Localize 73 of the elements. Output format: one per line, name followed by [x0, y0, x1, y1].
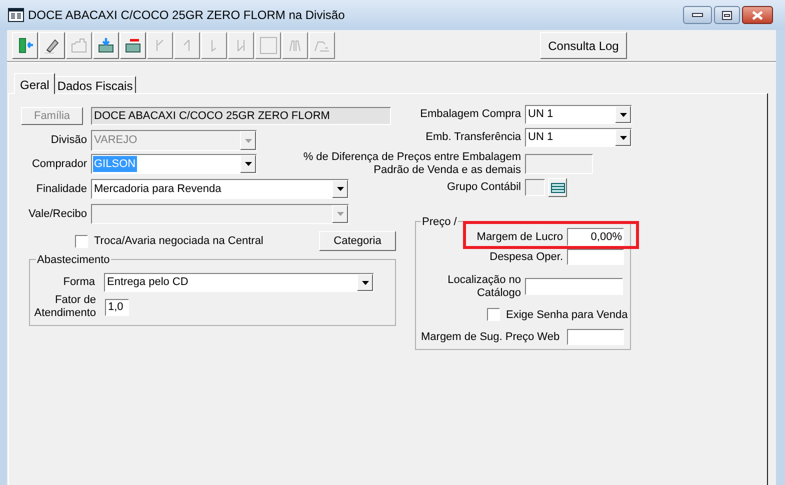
tab[interactable]: Dados Fiscais	[55, 76, 136, 93]
field-label: Despesa Oper.	[488, 250, 563, 265]
close-icon	[752, 10, 763, 20]
input-field[interactable]: 1,0	[105, 298, 129, 316]
dropdown-value: UN 1	[527, 107, 554, 122]
dropdown-field[interactable]: Entrega pelo CD	[104, 273, 374, 292]
dropdown-value: Mercadoria para Revenda	[93, 182, 222, 197]
dropdown-arrow-button[interactable]	[240, 155, 256, 173]
checkbox-label: Troca/Avaria negociada na Central	[94, 234, 264, 249]
field-label: Comprador	[30, 156, 87, 172]
caret-icon	[620, 136, 626, 140]
input-field[interactable]	[525, 154, 593, 174]
input-field[interactable]	[525, 179, 545, 196]
input-field[interactable]	[525, 278, 623, 295]
field-label: Margem de Lucro	[476, 230, 563, 245]
consulta-log-button[interactable]: Consulta Log	[540, 32, 627, 59]
checkbox[interactable]	[487, 308, 500, 322]
lookup-button[interactable]	[548, 178, 567, 197]
eraser-icon	[44, 37, 60, 54]
field-label: Divisão	[50, 133, 87, 148]
window-icon	[8, 8, 24, 22]
toolbar-button[interactable]	[93, 32, 119, 59]
field-label: Vale/Recibo	[28, 206, 87, 222]
folder-minus-icon	[124, 37, 142, 54]
toolbar-button[interactable]	[39, 32, 65, 59]
dropdown-field[interactable]: UN 1	[525, 105, 632, 124]
field-label: Finalidade	[35, 182, 87, 197]
minimize-button[interactable]	[683, 6, 712, 24]
folder-download-icon	[98, 37, 114, 54]
categoria-button[interactable]: Categoria	[319, 231, 396, 251]
dropdown-arrow-button[interactable]	[332, 180, 348, 198]
caret-icon	[362, 280, 368, 284]
minimize-icon	[692, 13, 703, 17]
dropdown-value: GILSON	[93, 156, 137, 172]
dropdown-arrow-button[interactable]	[615, 106, 631, 123]
list-icon	[550, 182, 564, 192]
dropdown-value: VAREJO	[93, 133, 138, 148]
field-label: Margem de Sug. Preço Web	[421, 330, 561, 345]
dropdown-field[interactable]: UN 1	[525, 128, 632, 147]
folder-icon	[70, 37, 88, 54]
dropdown-arrow-button[interactable]	[615, 129, 631, 146]
dropdown-arrow-button[interactable]	[357, 274, 373, 291]
caret-icon	[620, 112, 626, 116]
field-label: Grupo Contábil	[447, 181, 521, 194]
input-field[interactable]: 0,00%	[567, 228, 624, 246]
caret-icon	[244, 162, 252, 166]
caret-icon	[336, 187, 344, 191]
dropdown-value: UN 1	[527, 130, 554, 146]
tab[interactable]: Geral	[14, 73, 56, 94]
caret-icon	[336, 212, 344, 216]
toolbar-button[interactable]	[12, 32, 38, 59]
maximize-button[interactable]	[714, 6, 740, 24]
checkbox-label: Exige Senha para Venda	[506, 308, 628, 322]
field-label: Fator de Atendimento	[33, 294, 96, 320]
group-legend: Preço /	[421, 214, 458, 230]
familia-field[interactable]: DOCE ABACAXI C/COCO 25GR ZERO FLORM	[91, 107, 391, 125]
dropdown-field[interactable]: Mercadoria para Revenda	[91, 179, 349, 199]
input-field[interactable]	[567, 249, 624, 266]
restore-icon	[722, 10, 732, 20]
close-button[interactable]	[742, 6, 773, 24]
checkbox[interactable]	[75, 234, 88, 248]
field-label: Emb. Transferência	[426, 131, 521, 144]
window-title: DOCE ABACAXI C/COCO 25GR ZERO FLORM na Divisão	[28, 7, 345, 24]
field-label: Embalagem Compra	[420, 108, 521, 121]
caret-icon	[244, 138, 252, 142]
input-field[interactable]	[567, 329, 624, 346]
dropdown-value: Entrega pelo CD	[106, 275, 190, 290]
field-label: Forma	[62, 275, 95, 290]
toolbar-button[interactable]	[120, 32, 146, 59]
square-icon	[260, 37, 276, 54]
field-label: Localização no Catálogo	[446, 274, 521, 300]
field-label: % de Diferença de Preços entre Embalagem Padrão de Venda e as demais	[303, 151, 521, 177]
door-arrow-icon	[16, 37, 34, 54]
